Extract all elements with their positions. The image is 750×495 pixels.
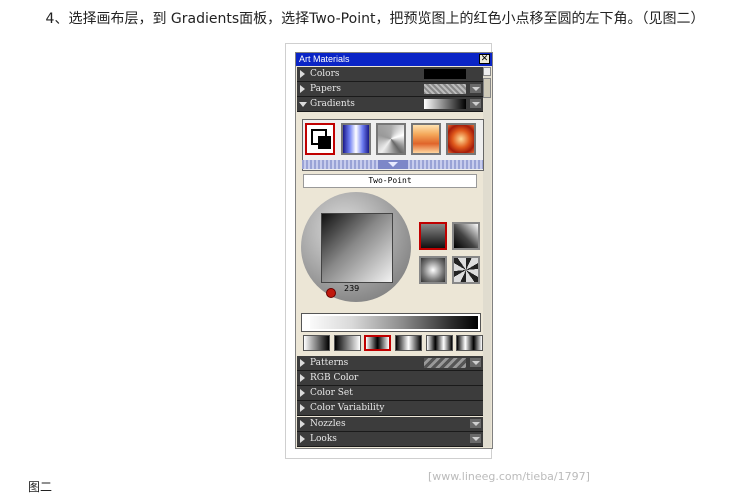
gradient-swatch-blue[interactable]: [341, 123, 371, 155]
gradient-swatch-metal[interactable]: [376, 123, 406, 155]
art-materials-panel: Art Materials ✕ Colors Papers Gradients: [295, 52, 493, 449]
section-colors[interactable]: Colors: [297, 67, 483, 82]
gradient-ramp-bar[interactable]: [301, 313, 481, 332]
gradient-preview: [424, 99, 466, 109]
order-button-1[interactable]: [303, 335, 330, 351]
watermark-text: [www.lineeg.com/tieba/1797]: [428, 470, 590, 483]
scroll-thumb[interactable]: [483, 78, 491, 98]
order-button-3[interactable]: [364, 335, 391, 351]
section-color-variability[interactable]: Color Variability: [297, 401, 483, 416]
panel-title: Art Materials: [299, 54, 350, 64]
gradient-swatch-orange[interactable]: [411, 123, 441, 155]
gradient-preview-square: [321, 213, 393, 283]
menu-dropdown-icon[interactable]: [470, 84, 481, 93]
panel-scrollbar[interactable]: [483, 67, 491, 447]
section-label: Looks: [310, 434, 337, 444]
section-gradients[interactable]: Gradients: [297, 97, 483, 112]
expand-arrow-icon[interactable]: [300, 404, 305, 412]
section-label: Gradients: [310, 99, 355, 109]
expand-arrow-icon[interactable]: [300, 389, 305, 397]
type-radial-button[interactable]: [419, 256, 447, 284]
gradient-swatch-two-point[interactable]: [305, 123, 335, 155]
collapse-arrow-icon[interactable]: [299, 102, 307, 107]
expand-arrow-icon[interactable]: [300, 359, 305, 367]
gradient-swatch-spiral[interactable]: [446, 123, 476, 155]
scroll-up-icon[interactable]: [483, 67, 491, 76]
section-rgb-color[interactable]: RGB Color: [297, 371, 483, 386]
order-button-6[interactable]: [456, 335, 483, 351]
section-label: Colors: [310, 69, 340, 79]
section-papers[interactable]: Papers: [297, 82, 483, 97]
menu-dropdown-icon[interactable]: [470, 358, 481, 367]
section-patterns[interactable]: Patterns: [297, 356, 483, 371]
close-icon[interactable]: ✕: [479, 54, 490, 64]
section-color-set[interactable]: Color Set: [297, 386, 483, 401]
section-label: Papers: [310, 84, 342, 94]
type-two-point-button[interactable]: [452, 222, 480, 250]
section-nozzles[interactable]: Nozzles: [297, 417, 483, 432]
menu-dropdown-icon[interactable]: [470, 99, 481, 108]
panel-titlebar[interactable]: Art Materials ✕: [296, 53, 492, 66]
section-label: RGB Color: [310, 373, 359, 383]
section-label: Color Variability: [310, 403, 385, 413]
expand-arrow-icon[interactable]: [300, 70, 305, 78]
order-button-5[interactable]: [426, 335, 453, 351]
section-label: Color Set: [310, 388, 353, 398]
library-drawer-bar[interactable]: [302, 160, 483, 169]
swatch-square-icon: [318, 136, 331, 149]
drawer-toggle-icon[interactable]: [378, 160, 408, 169]
instruction-text: 4、选择画布层，到 Gradients面板，选择Two-Point，把预览图上的…: [45, 11, 705, 27]
expand-arrow-icon[interactable]: [300, 435, 305, 443]
paper-texture-preview: [424, 84, 466, 94]
order-button-2[interactable]: [334, 335, 361, 351]
gradient-name-field: Two-Point: [303, 174, 477, 188]
expand-arrow-icon[interactable]: [300, 420, 305, 428]
section-label: Nozzles: [310, 419, 346, 429]
type-linear-button[interactable]: [419, 222, 447, 250]
menu-dropdown-icon[interactable]: [470, 419, 481, 428]
pattern-preview: [424, 358, 466, 368]
order-button-4[interactable]: [395, 335, 422, 351]
ramp-steps: [310, 316, 478, 329]
color-preview: [424, 69, 466, 79]
expand-arrow-icon[interactable]: [300, 374, 305, 382]
angle-handle-dot[interactable]: [326, 288, 336, 298]
expand-arrow-icon[interactable]: [300, 85, 305, 93]
menu-dropdown-icon[interactable]: [470, 434, 481, 443]
section-looks[interactable]: Looks: [297, 432, 483, 447]
type-spiral-button[interactable]: [452, 256, 480, 284]
section-label: Patterns: [310, 358, 349, 368]
angle-value: 239: [344, 284, 360, 293]
figure-caption: 图二: [28, 480, 53, 494]
